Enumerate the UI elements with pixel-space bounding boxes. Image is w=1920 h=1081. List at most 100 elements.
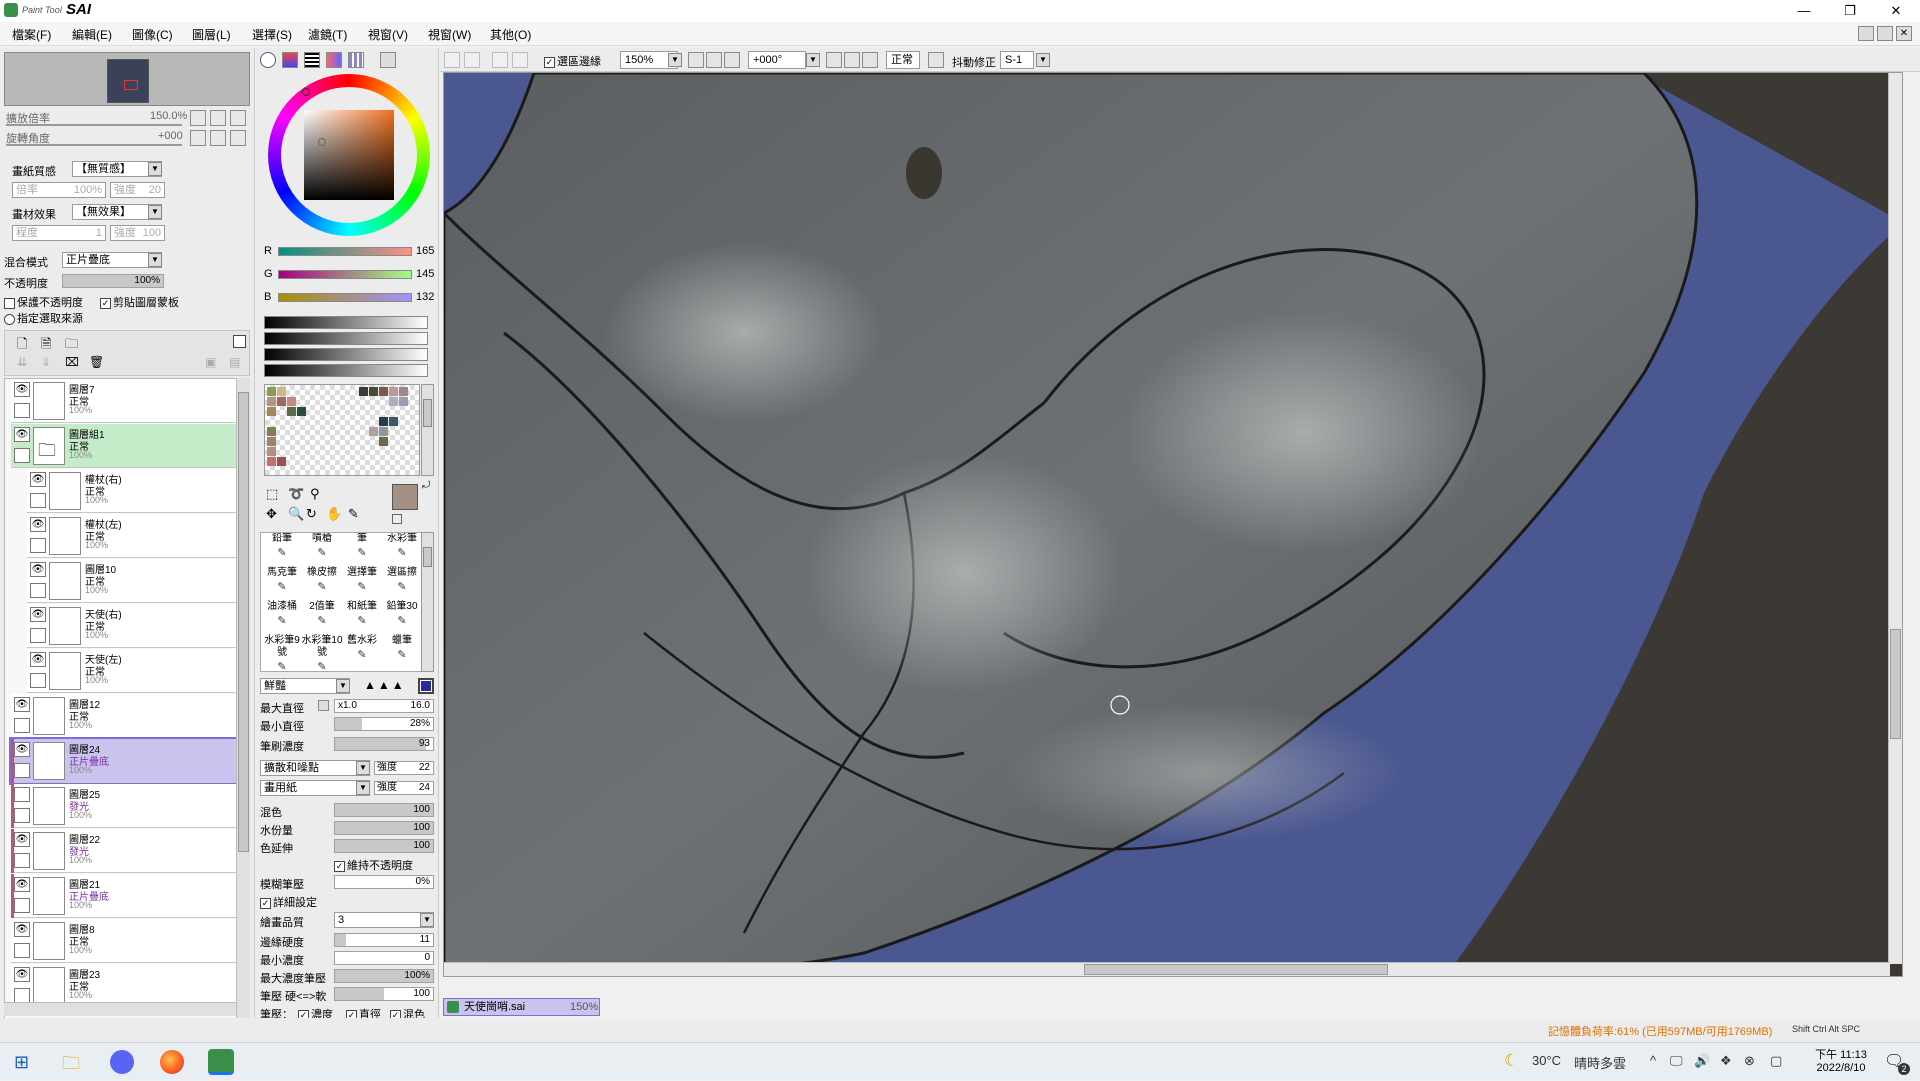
blur-slider[interactable]: 0% [334, 875, 434, 889]
shape-type-select[interactable]: 擴散和噪點 [260, 760, 370, 776]
max-size-slider[interactable]: x1.0 16.0 [334, 699, 434, 713]
toolbar-zoom-out-button[interactable] [688, 52, 704, 68]
eyedropper-icon[interactable]: ✎ [348, 506, 359, 522]
brush-slot[interactable]: 水彩筆10號 ✎ [301, 635, 343, 671]
brush-slot[interactable]: 鉛筆 ✎ [261, 533, 303, 565]
new-linework-layer-icon[interactable]: 🗎 [41, 335, 51, 357]
clip-group-checkbox[interactable]: ✓ 剪貼圖層蒙板 [100, 294, 179, 310]
hue-picker-cursor[interactable] [302, 88, 310, 96]
layer-visibility-icon[interactable]: 👁 [14, 382, 30, 397]
toolbar-zoom-in-button[interactable] [706, 52, 722, 68]
layer-row[interactable]: 👁 天使(右) 正常 100% [27, 604, 237, 648]
zoom-value[interactable]: 150.0% [150, 110, 187, 122]
layer-visibility-icon[interactable]: 👁 [30, 652, 46, 667]
paper-strength-field[interactable]: 強度 20 [110, 182, 165, 198]
blend-slider[interactable]: 100 [334, 803, 434, 817]
rotate-cw-button[interactable] [844, 52, 860, 68]
brush-tip-shapes[interactable]: ▲▲▲ [364, 678, 406, 692]
menu-file[interactable]: 檔案(F) [12, 26, 51, 43]
brush-slot[interactable]: 水彩筆9號 ✎ [261, 635, 303, 671]
network-icon[interactable]: 🖵 [1670, 1053, 1683, 1069]
keep-opacity-checkbox[interactable]: ✓ 維持不透明度 [334, 857, 413, 873]
layer-row[interactable]: 👁 🗀 圖層組1 正常 100% [11, 424, 237, 468]
layer-visibility-icon[interactable]: 👁 [14, 697, 30, 712]
layer-visibility-icon[interactable]: 👁 [14, 832, 30, 847]
sv-picker-cursor[interactable] [318, 138, 326, 146]
menu-view[interactable]: 視窗(V) [368, 26, 408, 43]
firefox-icon[interactable] [160, 1050, 184, 1074]
brush-slot[interactable]: 蠟筆 ✎ [381, 635, 423, 667]
view-mode-select[interactable]: 正常 [886, 51, 920, 69]
brush-slot[interactable]: 噴槍 ✎ [301, 533, 343, 565]
layer-lock-icon[interactable] [14, 988, 30, 1003]
quality-dropdown[interactable]: ▼ [420, 913, 434, 927]
zoom-out-button[interactable] [190, 110, 206, 126]
shape-type-dropdown[interactable]: ▼ [356, 761, 370, 775]
transparent-color-icon[interactable] [392, 514, 402, 524]
rect-select-icon[interactable]: ⬚ [266, 486, 278, 502]
start-icon[interactable]: ⊞ [14, 1052, 29, 1073]
zoom-dropdown[interactable]: ▼ [668, 53, 682, 67]
navigator-view-rect[interactable] [124, 80, 138, 90]
layer-row[interactable]: 👁 權杖(右) 正常 100% [27, 469, 237, 513]
brush-slot[interactable]: 和紙筆 ✎ [341, 601, 383, 633]
swatch[interactable] [287, 397, 296, 406]
blend-mode-dropdown[interactable]: ▼ [148, 253, 162, 267]
layer-lock-icon[interactable] [14, 943, 30, 958]
clock-time[interactable]: 下午 11:13 [1804, 1046, 1878, 1062]
swatch[interactable] [369, 387, 378, 396]
layer-lock-icon[interactable] [14, 808, 30, 823]
swatch[interactable] [267, 387, 276, 396]
scratchpad-tab-icon[interactable] [380, 52, 396, 68]
brush-slot[interactable]: 馬克筆 ✎ [261, 567, 303, 599]
color-mixer-tab-icon[interactable] [326, 52, 342, 68]
delete-layer-icon[interactable]: 🗑 [89, 355, 104, 369]
doc-close-button[interactable]: ✕ [1896, 26, 1912, 41]
layer-panel-menu-icon[interactable] [233, 335, 246, 348]
layer-list-hscrollbar[interactable] [4, 1002, 236, 1016]
swatch[interactable] [379, 427, 388, 436]
selection-source-radio[interactable]: 指定選取來源 [4, 310, 83, 326]
swatch[interactable] [267, 447, 276, 456]
brush-shape-dropdown[interactable]: ▼ [336, 679, 350, 693]
layer-visibility-icon[interactable]: 👁 [14, 427, 30, 442]
rotate-right-button[interactable] [210, 130, 226, 146]
swatch-scroll-thumb[interactable] [423, 399, 432, 427]
layer-lock-icon[interactable] [30, 493, 46, 508]
swatch[interactable] [267, 457, 276, 466]
shape-strength-slider[interactable]: 強度 22 [374, 761, 434, 775]
color-wheel[interactable] [268, 74, 430, 236]
rotate-value[interactable]: +000 [158, 130, 183, 142]
layer-row[interactable]: 👁 圖層24 正片疊底 100% [9, 737, 239, 785]
effect-degree-field[interactable]: 程度 1 [12, 225, 106, 241]
g-value[interactable]: 145 [416, 268, 434, 280]
layer-row[interactable]: 👁 圖層7 正常 100% [11, 379, 237, 423]
new-folder-icon[interactable]: 🗀 [65, 335, 78, 357]
layer-row[interactable]: 👁 圖層22 發光 100% [11, 829, 237, 873]
swatch[interactable] [297, 407, 306, 416]
clock-date[interactable]: 2022/8/10 [1804, 1062, 1878, 1074]
document-tab[interactable]: 天使崗哨.sai 150% [443, 998, 600, 1016]
color-bar-4[interactable] [264, 364, 428, 377]
density-slider[interactable]: 93 [334, 737, 434, 751]
brush-slot[interactable]: 選擇筆 ✎ [341, 567, 383, 599]
primary-color-swatch[interactable] [392, 484, 418, 510]
brush-tip-square[interactable] [418, 678, 434, 694]
ime-icon[interactable]: ⊗ [1744, 1053, 1755, 1069]
swatch[interactable] [369, 427, 378, 436]
swatch[interactable] [267, 437, 276, 446]
opacity-slider[interactable]: 100% [62, 274, 164, 288]
color-wheel-tab-icon[interactable] [260, 52, 276, 68]
brush-grid-scroll-thumb[interactable] [423, 547, 432, 567]
doc-restore-button[interactable] [1877, 26, 1893, 41]
paint-tool-sai-taskbar-icon[interactable] [208, 1049, 234, 1075]
layer-visibility-icon[interactable]: 👁 [30, 607, 46, 622]
b-value[interactable]: 132 [416, 291, 434, 303]
zoom-tool-icon[interactable]: 🔍 [288, 506, 304, 522]
stabilizer-select[interactable]: S-1 [1000, 51, 1034, 69]
color-bar-2[interactable] [264, 332, 428, 345]
magic-wand-icon[interactable]: ⚲ [310, 486, 320, 502]
swatch[interactable] [399, 387, 408, 396]
layer-lock-icon[interactable] [30, 673, 46, 688]
layer-visibility-icon[interactable]: 👁 [30, 517, 46, 532]
